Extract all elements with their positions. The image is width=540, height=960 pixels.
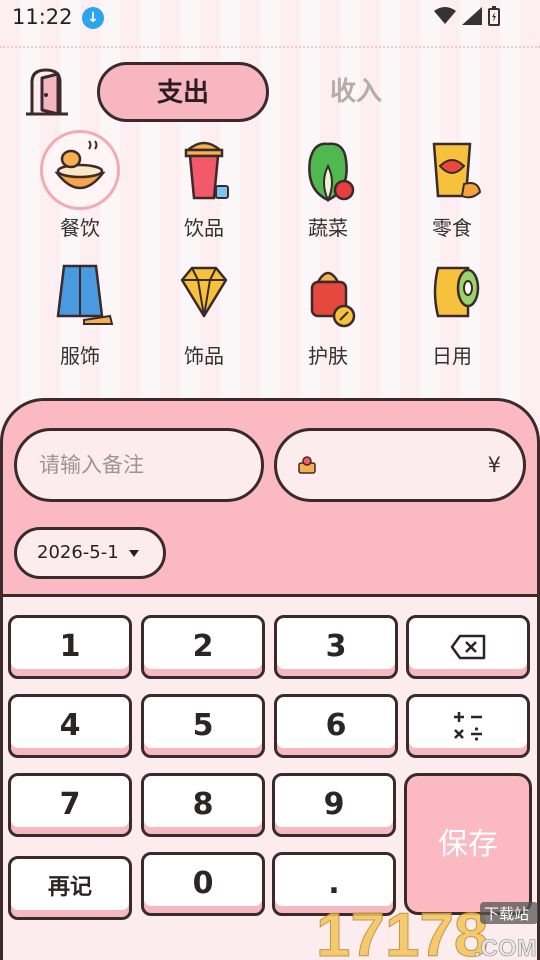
drink-cup-icon [164,130,244,210]
key-3[interactable]: 3 [274,615,398,679]
system-icons [434,6,500,26]
date-value: 2026-5-1 [37,542,119,563]
tab-expense[interactable]: 支出 [97,62,269,122]
food-bowl-icon [40,130,120,210]
vegetable-icon [288,130,368,210]
coin-bag-icon [298,456,316,474]
category-snacks[interactable]: 零食 [402,130,502,241]
category-label: 蔬菜 [308,216,348,240]
key-7[interactable]: 7 [8,773,132,837]
key-6[interactable]: 6 [274,694,398,758]
category-daily[interactable]: 日用 [402,258,502,369]
backspace-button[interactable] [406,615,530,679]
wifi-icon [434,7,456,24]
category-drinks[interactable]: 饮品 [154,130,254,241]
status-time: 11:22 [12,5,73,29]
category-label: 护肤 [308,344,348,368]
ribbon-border [0,34,540,48]
watermark-tag: 下载站 [484,905,529,923]
key-5[interactable]: 5 [141,694,265,758]
category-vegetables[interactable]: 蔬菜 [278,130,378,241]
snack-bag-icon [412,130,492,210]
clothing-icon [40,258,120,338]
signal-icon [462,7,482,25]
category-label: 饮品 [184,216,224,240]
battery-icon [488,6,500,26]
category-label: 日用 [432,344,472,368]
download-icon: ↓ [82,7,104,29]
record-again-button[interactable]: 再记 [8,856,132,920]
category-label: 零食 [432,216,472,240]
calculator-operators-icon [454,712,482,741]
backspace-icon [450,634,486,660]
key-4[interactable]: 4 [8,694,132,758]
category-food[interactable]: 餐饮 [30,130,130,241]
key-2[interactable]: 2 [141,615,265,679]
key-1[interactable]: 1 [8,615,132,679]
category-jewelry[interactable]: 饰品 [154,258,254,369]
category-label: 餐饮 [60,216,100,240]
save-button[interactable]: 保存 [404,773,532,915]
tab-income[interactable]: 收入 [298,62,414,122]
key-0[interactable]: 0 [141,852,265,916]
currency-symbol: ¥ [487,453,501,477]
key-9[interactable]: 9 [272,773,396,837]
amount-field[interactable]: ¥ [274,428,526,502]
category-skincare[interactable]: 护肤 [278,258,378,369]
category-label: 服饰 [60,344,100,368]
watermark-domain: .COM [474,935,537,960]
key-8[interactable]: 8 [141,773,265,837]
caret-down-icon [129,550,139,557]
watermark-logo: 17178 .COM 下载站 [316,901,538,960]
category-clothing[interactable]: 服饰 [30,258,130,369]
category-label: 饰品 [184,344,224,368]
tissue-roll-icon [412,258,492,338]
note-input[interactable]: 请输入备注 [14,428,264,502]
calculator-button[interactable] [406,694,530,758]
skincare-icon [288,258,368,338]
exit-door-icon[interactable] [24,68,74,116]
status-bar: 11:22 ↓ [0,0,540,36]
watermark-number: 17178 [316,901,488,960]
date-selector[interactable]: 2026-5-1 [14,527,166,579]
diamond-icon [164,258,244,338]
